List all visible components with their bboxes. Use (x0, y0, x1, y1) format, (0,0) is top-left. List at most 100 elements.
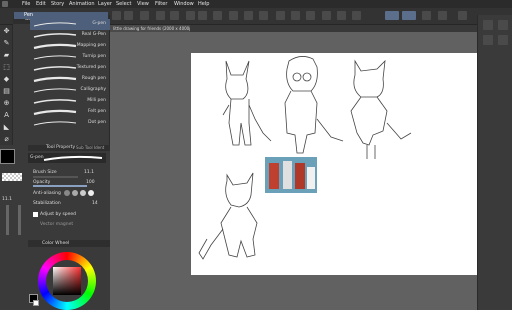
brush-item[interactable]: G-pen (30, 19, 110, 30)
brush-item[interactable]: Textured pen (30, 63, 110, 74)
brush-size-label: Brush Size (33, 170, 57, 175)
color-wheel-panel: Color Wheel (0, 238, 110, 310)
tool-property-panel: Tool Property Sub Tool Ident G-pen Brush… (0, 145, 110, 240)
adjust-speed-label: Adjust by speed (40, 212, 77, 217)
main-color-swatch[interactable] (0, 149, 15, 164)
gradient-tool-icon[interactable]: ▤ (2, 87, 11, 96)
snap-grid-icon[interactable] (402, 11, 416, 20)
brush-size-value[interactable]: 11.1 (84, 170, 94, 175)
document-tab-bar: little drawing for friends (2000 x 4000p… (110, 25, 477, 32)
ruler-icon[interactable] (291, 11, 300, 20)
aa-strong-icon[interactable] (88, 190, 94, 196)
menu-animation[interactable]: Animation (69, 1, 95, 7)
hue-ring[interactable] (38, 252, 96, 310)
new-icon[interactable] (112, 11, 121, 20)
brush-size-slider[interactable] (33, 176, 78, 178)
drawing-paper[interactable] (191, 53, 477, 275)
transform-icon[interactable] (213, 11, 222, 20)
pen-tool-icon[interactable]: ✎ (2, 39, 11, 48)
brush-item[interactable]: Felt pen (30, 107, 110, 118)
help-icon[interactable] (458, 11, 467, 20)
open-icon[interactable] (124, 11, 133, 20)
brush-item[interactable]: Rough pen (30, 74, 110, 85)
brush-settings-icon[interactable] (352, 11, 361, 20)
brush-label: G-pen (92, 21, 106, 26)
pressure-icon[interactable] (438, 11, 447, 20)
save-icon[interactable] (140, 11, 149, 20)
text-tool-icon[interactable]: A (2, 111, 11, 120)
app-icon (2, 1, 8, 7)
menu-filter[interactable]: Filter (155, 1, 167, 7)
brush-item[interactable]: Dot pen (30, 118, 110, 129)
menu-help[interactable]: Help (198, 1, 209, 7)
sketch-drawing (198, 56, 412, 260)
pen-tab[interactable]: Pen (14, 12, 108, 19)
brush-item[interactable]: Turnip pen (30, 52, 110, 63)
undo-icon[interactable] (156, 11, 165, 20)
anti-aliasing-options[interactable] (64, 190, 100, 196)
deselect-icon[interactable] (229, 11, 238, 20)
snap-special-ruler-icon[interactable] (385, 11, 399, 20)
stabilization-value[interactable]: 14 (92, 201, 98, 206)
side-opacity-slider[interactable] (18, 205, 21, 235)
menu-file[interactable]: File (22, 1, 30, 7)
crop-icon[interactable] (322, 11, 331, 20)
brush-stroke-preview (33, 99, 77, 104)
invert-selection-icon[interactable] (259, 11, 268, 20)
aa-weak-icon[interactable] (72, 190, 78, 196)
brush-label: Real G-Pen (81, 32, 106, 37)
pen-correct-icon[interactable] (337, 11, 346, 20)
opacity-slider[interactable] (33, 185, 87, 187)
navigator-icon[interactable] (483, 20, 493, 30)
tool-column: ✥ ✎ ▰ ⬚ ◆ ▤ ⊕ A ◣ ⌀ (0, 25, 13, 145)
brush-label: Calligraphy (80, 87, 107, 92)
brush-item[interactable]: Calligraphy (30, 85, 110, 96)
brush-preview (43, 155, 103, 161)
redo-icon[interactable] (170, 11, 179, 20)
fill-tool-icon[interactable]: ◆ (2, 75, 11, 84)
zoom-tool-icon[interactable]: ⊕ (2, 99, 11, 108)
sub-color-indicator[interactable] (33, 300, 39, 306)
eraser-tool-icon[interactable]: ▰ (2, 51, 11, 60)
saturation-square[interactable] (53, 267, 81, 295)
menu-view[interactable]: View (137, 1, 149, 7)
document-tab[interactable]: little drawing for friends (2000 x 4000p… (110, 25, 190, 32)
brush-stroke-preview (33, 43, 77, 50)
menu-story[interactable]: Story (51, 1, 64, 7)
brush-stroke-preview (33, 76, 77, 83)
brush-item[interactable]: Mapping pen (30, 41, 110, 52)
ruler-tool-icon[interactable]: ◣ (2, 123, 11, 132)
aa-medium-icon[interactable] (80, 190, 86, 196)
menu-window[interactable]: Window (174, 1, 194, 7)
brush-stroke-preview (33, 109, 77, 116)
menu-layer[interactable]: Layer (98, 1, 112, 7)
aa-none-icon[interactable] (64, 190, 70, 196)
move-tool-icon[interactable]: ✥ (2, 27, 11, 36)
menu-select[interactable]: Select (116, 1, 131, 7)
fill-icon[interactable] (198, 11, 207, 20)
side-brush-size-value: 11.1 (2, 197, 13, 202)
brush-stroke-preview (33, 121, 77, 126)
transparent-swatch[interactable] (2, 173, 22, 181)
opacity-value[interactable]: 100 (86, 180, 95, 185)
eyedropper-tool-icon[interactable]: ⌀ (2, 135, 11, 144)
menu-edit[interactable]: Edit (36, 1, 46, 7)
brush-item[interactable]: Milli pen (30, 96, 110, 107)
adjust-speed-checkbox[interactable] (33, 212, 38, 217)
selection-tool-icon[interactable]: ⬚ (2, 63, 11, 72)
brush-label: Dot pen (88, 120, 106, 125)
material-icon[interactable] (498, 35, 508, 45)
brush-item[interactable]: Real G-Pen (30, 30, 110, 41)
fill-selection-icon[interactable] (306, 11, 315, 20)
side-brush-slider[interactable] (6, 205, 9, 235)
layer-icon[interactable] (483, 35, 493, 45)
color-sync-icon[interactable] (422, 11, 431, 20)
layer-property-icon[interactable] (498, 20, 508, 30)
clear-icon[interactable] (186, 11, 195, 20)
select-all-icon[interactable] (244, 11, 253, 20)
brush-stroke-preview (33, 33, 77, 38)
brush-stroke-preview (33, 66, 77, 71)
snap-icon[interactable] (276, 11, 285, 20)
brush-label: Rough pen (81, 76, 106, 81)
menu-bar: File Edit Story Animation Layer Select V… (0, 0, 512, 8)
